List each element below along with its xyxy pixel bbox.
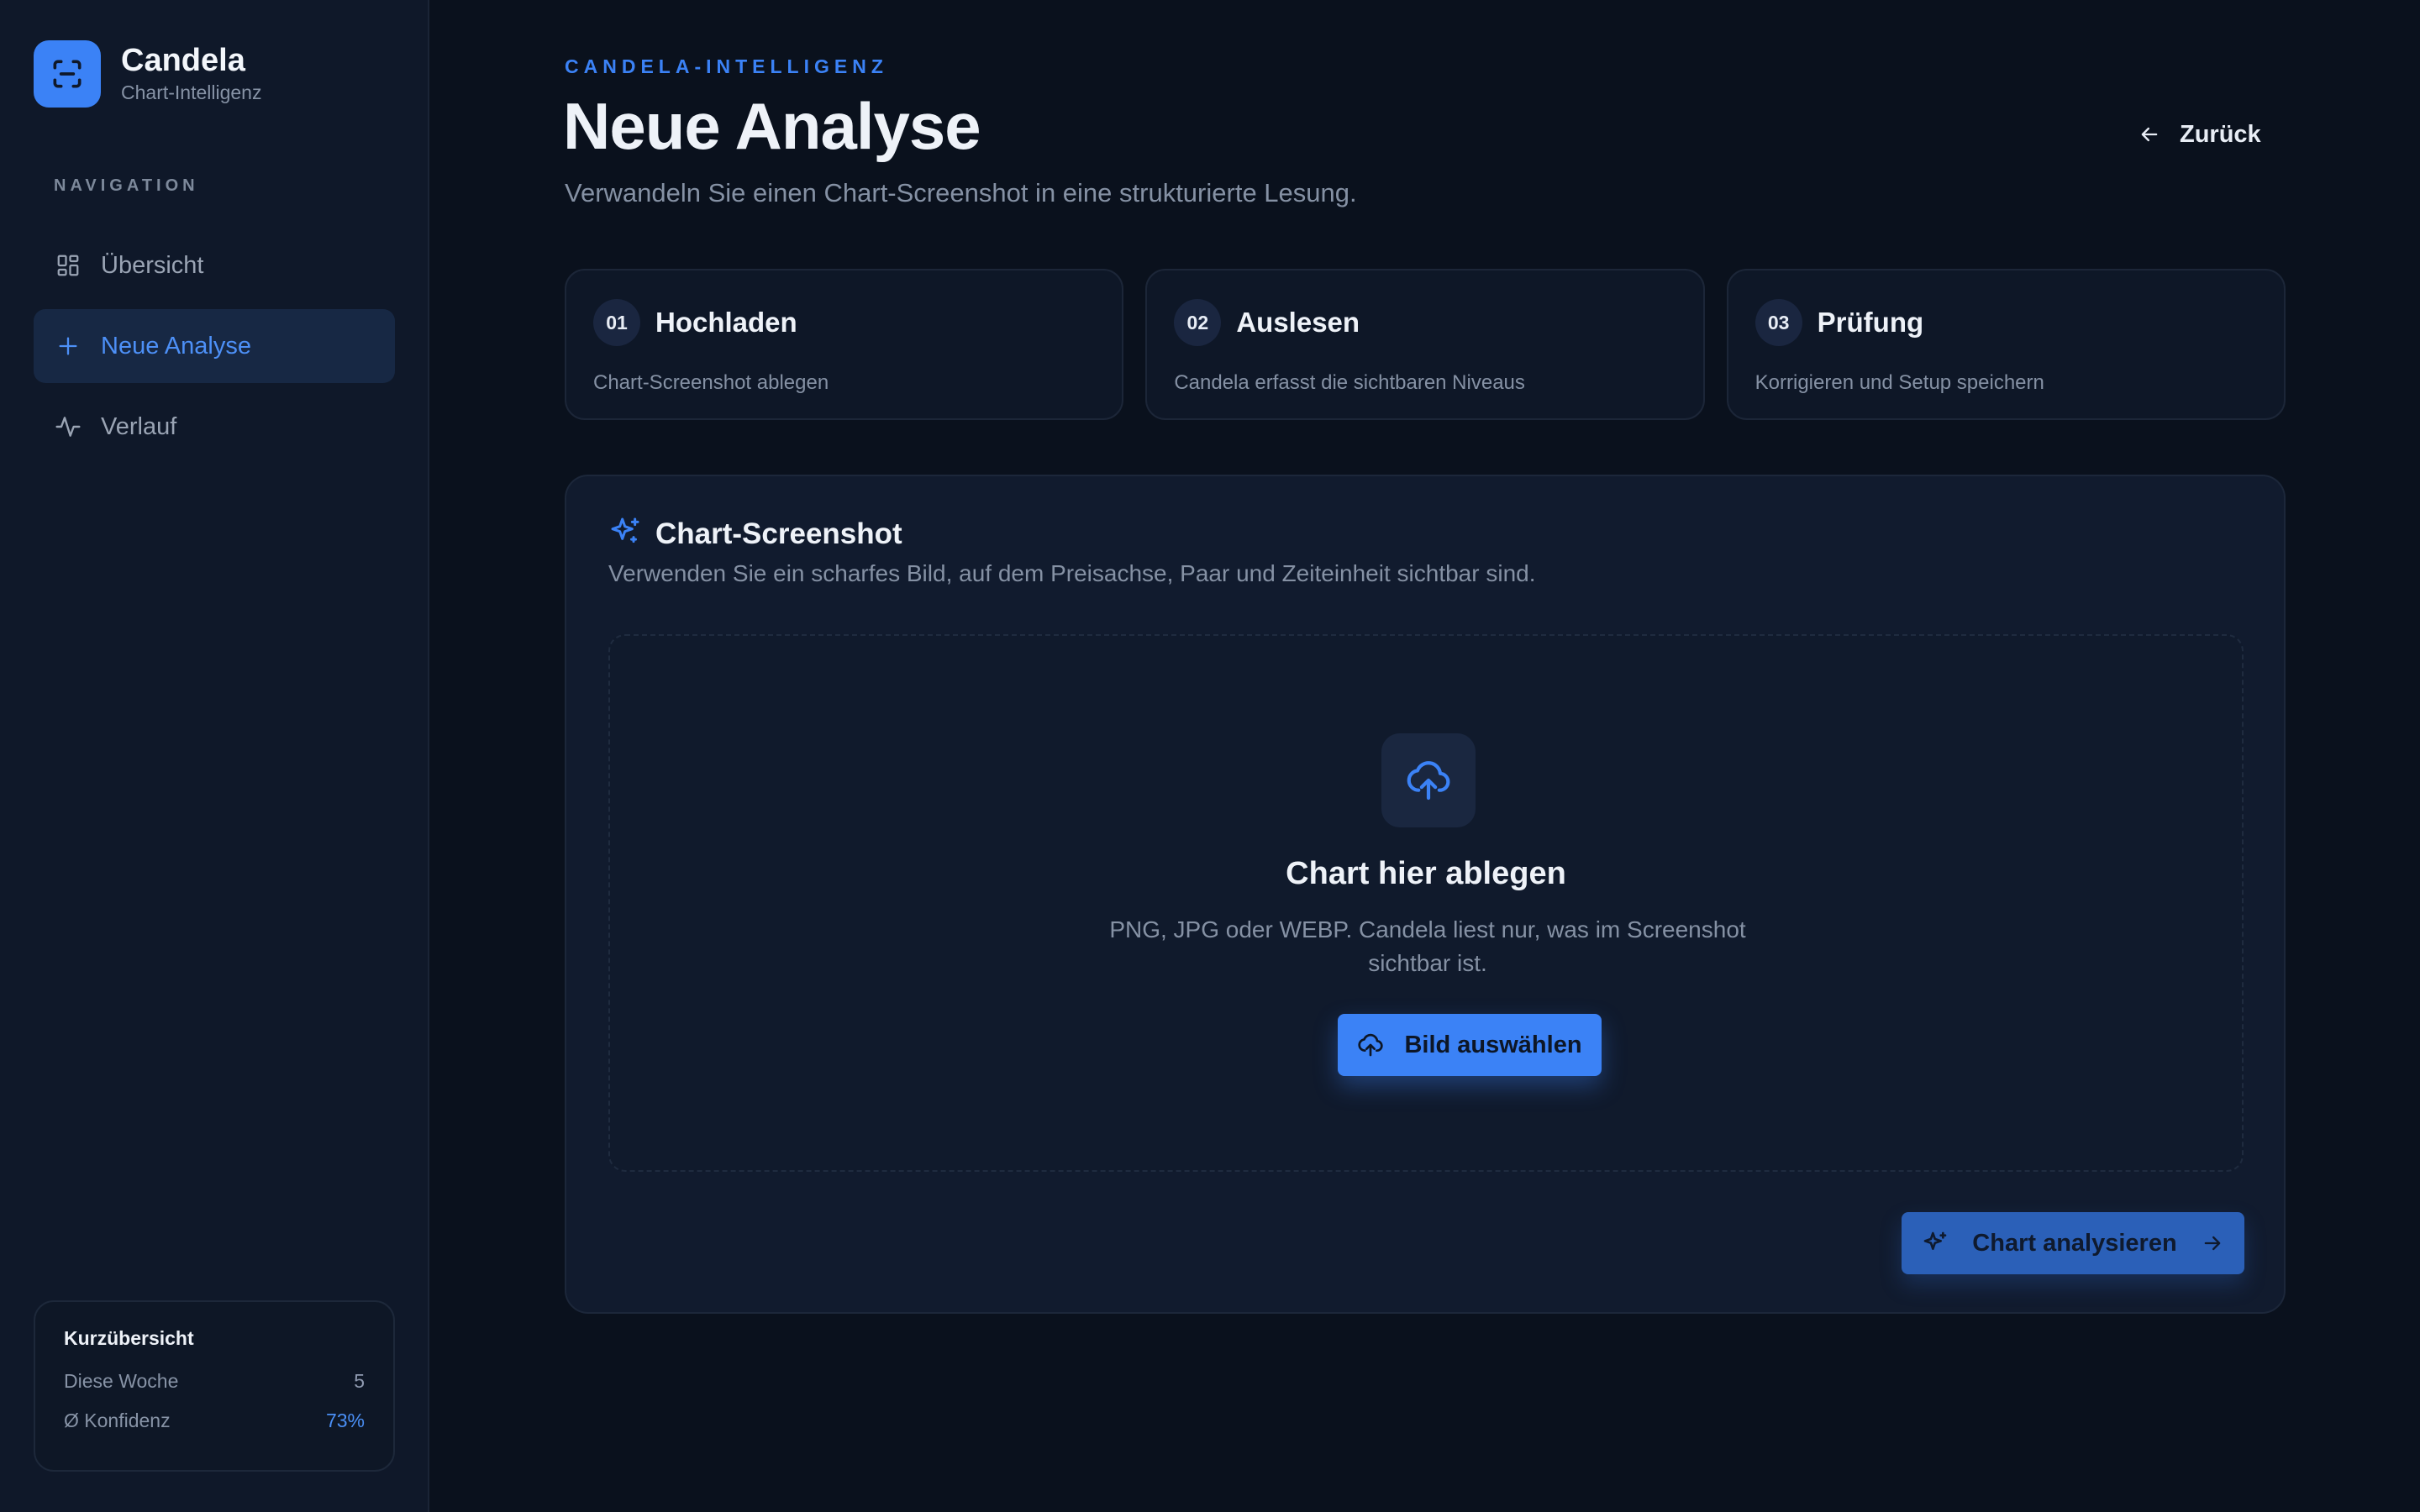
dashboard-icon: [54, 251, 82, 280]
brand-subtitle: Chart-Intelligenz: [121, 81, 262, 103]
step-title: Hochladen: [655, 307, 797, 338]
choose-image-label: Bild auswählen: [1404, 1031, 1582, 1058]
sidebar-nav: Übersicht Neue Analyse Verlauf: [34, 228, 395, 470]
sidebar-item-new-analysis[interactable]: Neue Analyse: [34, 309, 395, 383]
page-title: Neue Analyse: [563, 89, 981, 163]
scan-icon: [34, 40, 101, 108]
cloud-upload-icon: [1381, 733, 1476, 827]
steps: 01 Hochladen Chart-Screenshot ablegen 02…: [565, 269, 2286, 420]
drop-zone[interactable]: Chart hier ablegen PNG, JPG oder WEBP. C…: [608, 634, 2244, 1172]
brand-name: Candela: [121, 43, 245, 78]
analyze-chart-button[interactable]: Chart analysieren: [1902, 1212, 2244, 1274]
back-button[interactable]: Zurück: [2118, 109, 2281, 160]
summary-row-confidence: Ø Konfidenz 73%: [64, 1410, 365, 1432]
step-description: Candela erfasst die sichtbaren Niveaus: [1174, 371, 1525, 394]
cloud-upload-icon: [1357, 1032, 1384, 1058]
back-label: Zurück: [2180, 120, 2261, 148]
drop-title: Chart hier ablegen: [1286, 856, 1566, 891]
analyze-chart-label: Chart analysieren: [1972, 1229, 2177, 1257]
summary-row-week: Diese Woche 5: [64, 1370, 365, 1393]
summary-label: Diese Woche: [64, 1370, 179, 1392]
step-number: 03: [1754, 299, 1802, 346]
sparkles-icon: [608, 515, 642, 553]
page-subtitle: Verwandeln Sie einen Chart-Screenshot in…: [565, 178, 1357, 207]
sidebar-item-history[interactable]: Verlauf: [34, 390, 395, 464]
step-description: Korrigieren und Setup speichern: [1754, 371, 2044, 394]
summary-label: Ø Konfidenz: [64, 1410, 171, 1431]
arrow-right-icon: [2201, 1231, 2224, 1255]
summary-value: 73%: [325, 1410, 365, 1431]
quick-summary: Kurzübersicht Diese Woche 5 Ø Konfidenz …: [34, 1300, 395, 1472]
summary-title: Kurzübersicht: [64, 1327, 194, 1349]
sidebar-item-label: Neue Analyse: [101, 332, 251, 360]
step-card: 02 Auslesen Candela erfasst die sichtbar…: [1145, 269, 1705, 420]
step-number: 02: [1174, 299, 1222, 346]
upload-card: Chart-Screenshot Verwenden Sie ein schar…: [565, 475, 2286, 1314]
sidebar-item-overview[interactable]: Übersicht: [34, 228, 395, 302]
plus-icon: [54, 332, 82, 360]
sidebar-item-label: Verlauf: [101, 412, 177, 440]
step-title: Auslesen: [1236, 307, 1360, 338]
drop-hint: PNG, JPG oder WEBP. Candela liest nur, w…: [1109, 916, 1746, 976]
step-card: 01 Hochladen Chart-Screenshot ablegen: [565, 269, 1124, 420]
choose-image-button[interactable]: Bild auswählen: [1338, 1014, 1602, 1076]
step-card: 03 Prüfung Korrigieren und Setup speiche…: [1726, 269, 2286, 420]
step-number: 01: [593, 299, 640, 346]
sidebar-item-label: Übersicht: [101, 251, 204, 279]
sparkles-icon: [1922, 1230, 1949, 1257]
card-subtitle: Verwenden Sie ein scharfes Bild, auf dem…: [608, 560, 1536, 586]
summary-value: 5: [354, 1370, 365, 1392]
card-title: Chart-Screenshot: [655, 517, 902, 550]
arrow-left-icon: [2138, 123, 2161, 146]
page-eyebrow: CANDELA-INTELLIGENZ: [565, 55, 888, 77]
step-title: Prüfung: [1817, 307, 1924, 338]
sidebar: Candela Chart-Intelligenz NAVIGATION Übe…: [0, 0, 429, 1512]
nav-heading: NAVIGATION: [54, 176, 199, 195]
step-description: Chart-Screenshot ablegen: [593, 371, 829, 394]
activity-icon: [54, 412, 82, 441]
brand[interactable]: Candela Chart-Intelligenz: [34, 40, 261, 108]
